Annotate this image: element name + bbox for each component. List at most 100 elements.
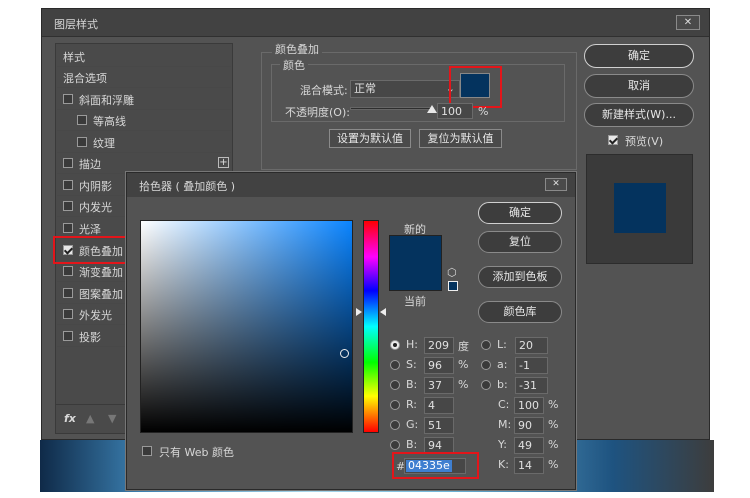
cancel-label: 取消 — [628, 79, 650, 92]
sidebar-item-checkbox[interactable] — [77, 137, 87, 147]
sidebar-item-checkbox[interactable] — [63, 309, 73, 319]
sidebar-item-label: 斜面和浮雕 — [79, 94, 134, 107]
color-channel-label: K: — [498, 458, 509, 471]
color-channel-value: 37 — [428, 379, 442, 392]
color-mode-radio[interactable] — [390, 360, 400, 370]
color-channel-value: 100 — [518, 399, 539, 412]
subsection-title: 颜色 — [280, 57, 308, 73]
color-channel-field[interactable]: 20 — [515, 337, 548, 354]
color-channel-field[interactable]: -31 — [515, 377, 548, 394]
color-channel-value: -1 — [519, 359, 530, 372]
cube-icon[interactable]: ⬡ — [447, 266, 457, 279]
color-channel-value: 94 — [428, 439, 442, 452]
color-library-button[interactable]: 颜色库 — [478, 301, 562, 323]
picker-reset-label: 复位 — [509, 235, 531, 248]
hue-slider-arrow-right[interactable] — [380, 308, 386, 316]
color-channel-label: G: — [406, 418, 419, 431]
opacity-unit: % — [478, 105, 489, 118]
sidebar-item-checkbox[interactable] — [63, 201, 73, 211]
color-mode-radio[interactable] — [481, 340, 491, 350]
color-field-marker[interactable] — [340, 349, 349, 358]
sidebar-item-checkbox[interactable] — [63, 158, 73, 168]
fx-icon[interactable]: fx — [64, 412, 76, 425]
sidebar-item[interactable]: 纹理 — [57, 132, 231, 153]
move-up-icon[interactable]: ▲ — [86, 412, 94, 425]
color-channel-field[interactable]: 51 — [424, 417, 454, 434]
color-mode-radio[interactable] — [390, 400, 400, 410]
picker-ok-button[interactable]: 确定 — [478, 202, 562, 224]
close-button[interactable]: ✕ — [676, 15, 700, 30]
blend-mode-value: 正常 — [354, 82, 376, 95]
picker-close-button[interactable]: ✕ — [545, 178, 567, 191]
color-channel-label: S: — [406, 358, 417, 371]
new-style-label: 新建样式(W)... — [602, 108, 676, 121]
color-mode-radio[interactable] — [481, 380, 491, 390]
sidebar-item-checkbox[interactable] — [63, 288, 73, 298]
sidebar-item[interactable]: 样式 — [57, 46, 231, 67]
opacity-slider[interactable] — [350, 105, 437, 113]
color-channel-field[interactable]: 209 — [424, 337, 454, 354]
color-mode-radio[interactable] — [390, 340, 400, 350]
cancel-button[interactable]: 取消 — [584, 74, 694, 98]
color-channel-label: Y: — [498, 438, 507, 451]
color-mode-radio[interactable] — [390, 380, 400, 390]
color-channel-label: M: — [498, 418, 512, 431]
dialog-titlebar[interactable]: 图层样式 ✕ — [42, 9, 709, 37]
color-channel-field[interactable]: 96 — [424, 357, 454, 374]
reset-default-button[interactable]: 复位为默认值 — [419, 129, 502, 148]
sidebar-item-label: 光泽 — [79, 223, 101, 236]
web-safe-swatch[interactable] — [448, 281, 458, 291]
color-field[interactable] — [140, 220, 353, 433]
sidebar-item-checkbox[interactable] — [63, 94, 73, 104]
sidebar-item-checkbox[interactable] — [77, 115, 87, 125]
color-channel-label: R: — [406, 398, 418, 411]
sidebar-item[interactable]: 描边 — [57, 153, 231, 174]
picker-titlebar[interactable]: 拾色器 ( 叠加颜色 ) ✕ — [127, 173, 575, 197]
add-swatch-button[interactable]: 添加到色板 — [478, 266, 562, 288]
color-mode-radio[interactable] — [481, 360, 491, 370]
opacity-slider-thumb[interactable] — [427, 105, 437, 113]
color-channel-value: -31 — [519, 379, 537, 392]
move-down-icon[interactable]: ▼ — [108, 412, 116, 425]
web-only-label: 只有 Web 颜色 — [159, 446, 234, 459]
sidebar-item-checkbox[interactable] — [63, 180, 73, 190]
sidebar-item[interactable]: 混合选项 — [57, 67, 231, 88]
sidebar-item[interactable]: 斜面和浮雕 — [57, 89, 231, 110]
add-swatch-label: 添加到色板 — [492, 270, 548, 283]
web-only-checkbox[interactable] — [142, 446, 152, 456]
sidebar-item-checkbox[interactable] — [63, 266, 73, 276]
highlight-color-overlay — [53, 236, 132, 264]
color-channel-field[interactable]: 100 — [514, 397, 544, 414]
color-channel-field[interactable]: -1 — [515, 357, 548, 374]
set-default-button[interactable]: 设置为默认值 — [329, 129, 411, 148]
sidebar-item-label: 描边 — [79, 158, 101, 171]
color-channel-field[interactable]: 37 — [424, 377, 454, 394]
hue-slider-arrow-left[interactable] — [356, 308, 362, 316]
color-channel-field[interactable]: 90 — [514, 417, 544, 434]
opacity-field[interactable]: 100 — [437, 103, 473, 119]
sidebar-item[interactable]: 等高线 — [57, 110, 231, 131]
color-mode-radio[interactable] — [390, 440, 400, 450]
preview-checkbox[interactable] — [608, 135, 618, 145]
color-channel-field[interactable]: 49 — [514, 437, 544, 454]
sidebar-item-label: 纹理 — [93, 137, 115, 150]
blend-mode-select[interactable]: 正常 ⌄ — [350, 80, 460, 98]
close-icon: ✕ — [683, 17, 693, 28]
new-style-button[interactable]: 新建样式(W)... — [584, 103, 694, 127]
reset-default-label: 复位为默认值 — [427, 132, 494, 145]
color-channel-field[interactable]: 4 — [424, 397, 454, 414]
current-color-swatch[interactable] — [389, 263, 442, 291]
sidebar-item-label: 内阴影 — [79, 180, 112, 193]
picker-reset-button[interactable]: 复位 — [478, 231, 562, 253]
add-stroke-button[interactable]: + — [218, 157, 229, 168]
color-channel-value: 209 — [428, 339, 449, 352]
preview-swatch — [614, 183, 666, 233]
color-mode-radio[interactable] — [390, 420, 400, 430]
sidebar-item-checkbox[interactable] — [63, 331, 73, 341]
ok-button[interactable]: 确定 — [584, 44, 694, 68]
color-channel-unit: % — [458, 358, 469, 371]
sidebar-item-checkbox[interactable] — [63, 223, 73, 233]
color-channel-field[interactable]: 14 — [514, 457, 544, 474]
color-channel-value: 20 — [519, 339, 533, 352]
hue-slider[interactable] — [363, 220, 379, 433]
